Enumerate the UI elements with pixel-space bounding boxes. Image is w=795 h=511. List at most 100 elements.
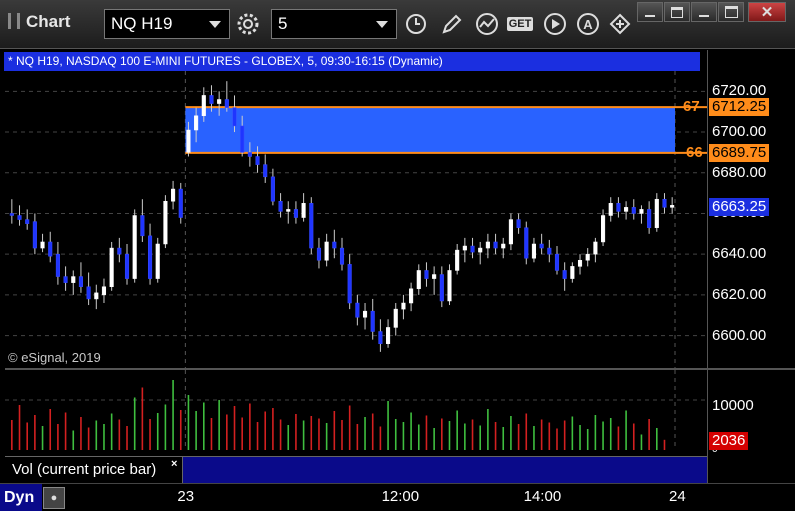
get-icon: GET: [506, 17, 534, 31]
candle-body: [570, 266, 575, 279]
candle-body: [301, 203, 306, 218]
cursor-button[interactable]: [605, 9, 635, 39]
candle-body: [316, 247, 322, 261]
symbol-value: NQ H19: [111, 14, 173, 33]
candle-body: [662, 198, 667, 208]
candle-body: [554, 253, 560, 271]
candle-body: [339, 247, 345, 265]
study-icon: [476, 13, 498, 35]
restore-icon: [671, 6, 683, 18]
symbol-info-bar: * NQ H19, NASDAQ 100 E-MINI FUTURES - GL…: [4, 52, 700, 71]
candle-body: [255, 156, 260, 165]
candle-body: [263, 164, 268, 178]
candle-body: [224, 99, 229, 108]
candle-body: [71, 276, 76, 283]
draw-button[interactable]: [437, 9, 467, 39]
candle-body: [32, 221, 37, 249]
chevron-down-icon[interactable]: [376, 21, 388, 28]
candle-body: [401, 302, 406, 310]
candle-body: [593, 241, 598, 255]
candle-body: [155, 243, 160, 279]
time-axis-label: 12:00: [381, 488, 420, 505]
candle-body: [547, 247, 552, 255]
close-button[interactable]: ✕: [748, 2, 786, 22]
window-title[interactable]: Chart: [8, 12, 70, 32]
volume-panel-bar: Vol (current price bar) ×: [5, 456, 707, 483]
price-axis-label: 6720.00: [712, 82, 767, 100]
price-axis-label: 6640.00: [712, 245, 767, 263]
symbol-combo[interactable]: NQ H19: [104, 9, 230, 39]
candle-body: [186, 129, 191, 153]
candle-body: [501, 243, 506, 249]
candle-body: [309, 203, 314, 249]
candle-body: [577, 260, 583, 267]
time-axis-bar[interactable]: Dyn ● 23 12:00 14:00 24: [0, 483, 795, 511]
upper-level-price-tag: 6712.25: [709, 98, 770, 117]
get-button[interactable]: GET: [505, 9, 535, 39]
candle-body: [585, 253, 590, 261]
maximize-button[interactable]: [718, 2, 744, 22]
candle-body: [78, 276, 83, 287]
candle-body: [217, 99, 222, 104]
candle-body: [194, 115, 199, 131]
replay-button[interactable]: [540, 9, 570, 39]
minimize-button[interactable]: [637, 2, 663, 22]
volume-axis-label: 10000: [712, 397, 754, 414]
alerts-button[interactable]: A: [573, 9, 603, 39]
highlight-zone: [185, 107, 675, 153]
candle-body: [470, 245, 475, 253]
candle-body: [55, 253, 60, 277]
candle-body: [362, 310, 368, 318]
restore-button[interactable]: [664, 2, 690, 22]
candle-body: [293, 209, 298, 218]
candle-body: [232, 107, 237, 127]
candle-body: [508, 219, 513, 245]
candle-body: [562, 270, 567, 279]
candle-body: [124, 253, 130, 279]
cursor-icon: [609, 13, 631, 35]
candle-body: [247, 152, 252, 157]
dock-button[interactable]: [691, 2, 717, 22]
lower-level-label: 66: [686, 143, 703, 161]
candle-body: [647, 209, 652, 228]
axis-separator: [707, 50, 708, 484]
candle-body: [493, 241, 498, 249]
chevron-down-icon[interactable]: [209, 21, 221, 28]
candle-body: [539, 243, 544, 249]
candle-body: [94, 292, 99, 300]
candle-body: [171, 188, 176, 202]
candle-body: [386, 327, 391, 344]
drag-grip-icon[interactable]: [8, 13, 20, 29]
lower-level-price-tag: 6689.75: [709, 143, 770, 162]
candle-body: [601, 215, 606, 243]
close-panel-icon[interactable]: ×: [171, 458, 177, 470]
studies-button[interactable]: [472, 9, 502, 39]
price-axis-label: 6620.00: [712, 285, 767, 303]
volume-panel-label[interactable]: Vol (current price bar): [5, 457, 183, 483]
candle-body: [270, 176, 275, 202]
candle-body: [17, 215, 22, 220]
play-icon: [544, 13, 566, 35]
candle-body: [378, 331, 383, 344]
candle-body: [393, 308, 398, 328]
lock-button[interactable]: ●: [43, 487, 65, 509]
candle-body: [409, 288, 414, 304]
candle-body: [432, 274, 437, 279]
title-bar: Chart NQ H19 5 GET A ✕: [0, 0, 795, 49]
time-button[interactable]: [401, 9, 431, 39]
candle-body: [485, 241, 490, 249]
candle-body: [455, 249, 460, 271]
interval-combo[interactable]: 5: [271, 9, 397, 39]
candle-body: [332, 241, 337, 249]
price-chart[interactable]: [5, 50, 707, 368]
chart-window: Chart NQ H19 5 GET A ✕ * NQ H19, NASDAQ …: [0, 0, 795, 511]
candle-body: [286, 209, 291, 212]
price-axis-label: 6680.00: [712, 163, 767, 181]
candle-body: [654, 198, 659, 228]
candle-body: [278, 201, 283, 212]
candle-body: [370, 310, 375, 332]
settings-button[interactable]: [233, 9, 263, 39]
dynamic-mode-button[interactable]: Dyn: [0, 484, 42, 511]
maximize-icon: [724, 6, 738, 18]
price-axis-label: 6700.00: [712, 123, 767, 141]
